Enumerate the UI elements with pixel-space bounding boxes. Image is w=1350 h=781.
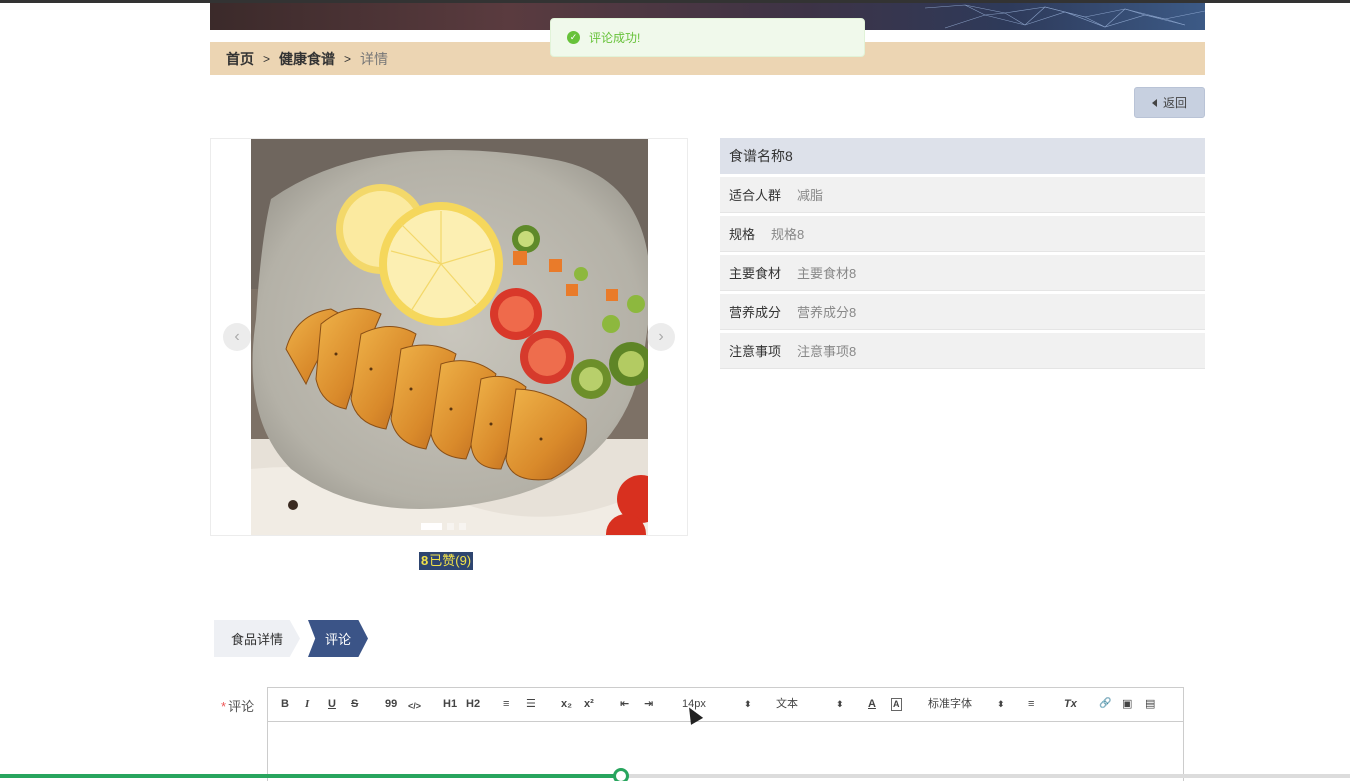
subscript-button[interactable]: x₂ <box>561 697 572 711</box>
thumbs-up-icon: 8 <box>421 553 429 568</box>
info-value: 营养成分8 <box>797 305 857 320</box>
carousel-indicator[interactable] <box>459 523 466 530</box>
code-block-button[interactable]: </> <box>408 699 421 713</box>
strike-button[interactable]: S <box>351 697 358 711</box>
progress-handle[interactable] <box>613 768 629 781</box>
video-progress-bar[interactable] <box>0 768 1350 781</box>
video-button[interactable]: ▤ <box>1145 697 1155 711</box>
tab-comments[interactable]: 评论 <box>308 620 368 657</box>
info-key: 营养成分 <box>729 305 782 320</box>
recipe-photo <box>251 139 648 535</box>
bullet-list-button[interactable]: ☰ <box>526 697 536 711</box>
tab-food-details[interactable]: 食品详情 <box>214 620 300 657</box>
clear-format-button[interactable]: Tx <box>1064 697 1077 711</box>
caret-left-icon <box>1151 98 1157 107</box>
required-mark: * <box>221 699 227 714</box>
breadcrumb-section[interactable]: 健康食谱 <box>279 49 335 69</box>
progress-fill <box>0 774 621 778</box>
image-button[interactable]: ▣ <box>1122 697 1132 711</box>
info-key: 主要食材 <box>729 266 782 281</box>
comment-label-text: 评论 <box>228 699 255 714</box>
comment-label: * 评论 <box>221 696 254 715</box>
chevron-updown-icon: ⬍ <box>744 699 752 709</box>
carousel-indicators <box>421 523 466 530</box>
editor-toolbar: B I U S 99 </> H1 H2 ≡ ☰ x₂ x² ⇤ ⇥ 14px … <box>268 688 1183 722</box>
back-button[interactable]: 返回 <box>1134 87 1205 118</box>
info-row: 适合人群 减脂 <box>720 177 1205 213</box>
info-row: 主要食材 主要食材8 <box>720 255 1205 291</box>
breadcrumb-home[interactable]: 首页 <box>226 49 254 69</box>
image-carousel[interactable]: ‹ › <box>210 138 688 536</box>
link-button[interactable]: 🔗 <box>1099 697 1111 711</box>
comment-editor[interactable]: B I U S 99 </> H1 H2 ≡ ☰ x₂ x² ⇤ ⇥ 14px … <box>267 687 1184 781</box>
ordered-list-button[interactable]: ≡ <box>503 697 509 711</box>
info-row: 营养成分 营养成分8 <box>720 294 1205 330</box>
info-key: 适合人群 <box>729 188 782 203</box>
breadcrumb-separator: > <box>344 51 352 66</box>
info-key: 注意事项 <box>729 344 782 359</box>
breadcrumb-separator: > <box>263 51 271 66</box>
info-value: 注意事项8 <box>797 344 857 359</box>
header-1-button[interactable]: H1 <box>443 697 457 711</box>
font-family-select[interactable]: 标准字体 <box>928 697 972 711</box>
header-select[interactable]: 文本 <box>776 697 798 711</box>
recipe-title: 食谱名称8 <box>720 138 1205 174</box>
align-button[interactable]: ≡ <box>1028 697 1034 711</box>
success-toast: ✓ 评论成功! <box>550 18 865 57</box>
info-value: 主要食材8 <box>797 266 857 281</box>
info-row: 注意事项 注意事项8 <box>720 333 1205 369</box>
header-2-button[interactable]: H2 <box>466 697 480 711</box>
check-circle-icon: ✓ <box>567 31 580 44</box>
blockquote-button[interactable]: 99 <box>385 697 397 711</box>
toast-message: 评论成功! <box>589 31 641 45</box>
carousel-indicator[interactable] <box>447 523 454 530</box>
recipe-info-panel: 食谱名称8 适合人群 减脂 规格 规格8 主要食材 主要食材8 营养成分 营养成… <box>720 138 1205 369</box>
back-button-label: 返回 <box>1162 96 1187 110</box>
like-button[interactable]: 8 已赞(9) <box>419 552 474 570</box>
info-value: 减脂 <box>797 188 824 203</box>
carousel-prev-button[interactable]: ‹ <box>223 323 251 351</box>
info-key: 规格 <box>729 227 756 242</box>
carousel-indicator[interactable] <box>421 523 442 530</box>
underline-button[interactable]: U <box>328 697 336 711</box>
background-color-button[interactable]: A <box>891 698 902 711</box>
superscript-button[interactable]: x² <box>584 697 594 711</box>
info-value: 规格8 <box>771 227 805 242</box>
chevron-updown-icon: ⬍ <box>836 699 844 709</box>
carousel-next-button[interactable]: › <box>647 323 675 351</box>
info-row: 规格 规格8 <box>720 216 1205 252</box>
bold-button[interactable]: B <box>281 697 289 711</box>
indent-button[interactable]: ⇥ <box>644 697 653 711</box>
outdent-button[interactable]: ⇤ <box>620 697 629 711</box>
like-label: 已赞(9) <box>429 553 472 568</box>
italic-button[interactable]: I <box>305 697 309 711</box>
breadcrumb-current: 详情 <box>360 50 389 67</box>
text-color-button[interactable]: A <box>868 697 876 711</box>
chevron-updown-icon: ⬍ <box>997 699 1005 709</box>
